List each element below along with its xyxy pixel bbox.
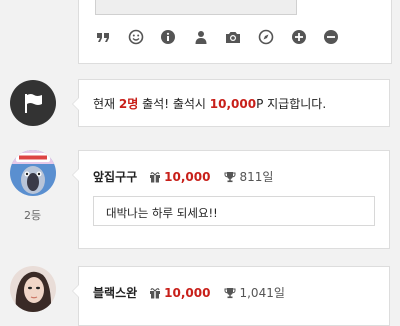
message-text: 대박나는 하루 되세요!!	[106, 206, 218, 220]
rank-label: 2등	[24, 209, 42, 222]
attendance-days: 811일	[239, 170, 274, 184]
editor-side-panel	[296, 0, 392, 14]
compass-icon[interactable]	[256, 27, 276, 47]
avatar[interactable]	[10, 266, 56, 312]
trophy-icon	[224, 287, 236, 298]
notice-middle: 출석! 출석시	[138, 97, 210, 111]
flag-icon	[25, 94, 42, 113]
gift-icon	[150, 171, 161, 182]
bubble-tail	[72, 284, 79, 298]
minus-icon[interactable]	[321, 27, 341, 47]
comment-editor	[78, 0, 392, 64]
gift-icon	[150, 287, 161, 298]
reward-points: 10,000	[209, 97, 257, 111]
avatar[interactable]	[10, 150, 56, 196]
bubble-tail	[72, 168, 79, 182]
camera-icon[interactable]	[223, 27, 243, 47]
notice-suffix: P 지급합니다.	[256, 97, 327, 111]
attendance-entry: 앞집구구 10,000 811일 대박나는 하루 되세요!!	[72, 150, 390, 249]
message-box: 대박나는 하루 되세요!!	[93, 196, 375, 226]
notice-text: 현재 2명 출석! 출석시 10,000P 지급합니다.	[93, 95, 326, 112]
bubble-tail	[72, 97, 79, 111]
attendance-days: 1,041일	[239, 286, 285, 300]
editor-toolbar	[93, 27, 354, 47]
comment-textarea[interactable]	[95, 0, 297, 15]
attendance-notice: 현재 2명 출석! 출석시 10,000P 지급합니다.	[72, 79, 390, 127]
notice-prefix: 현재	[93, 97, 119, 111]
info-icon[interactable]	[158, 27, 178, 47]
username[interactable]: 블랙스완	[93, 284, 137, 301]
entry-meta: 앞집구구 10,000 811일	[93, 168, 273, 185]
plus-icon[interactable]	[289, 27, 309, 47]
points-value: 10,000	[164, 169, 211, 184]
entry-meta: 블랙스완 10,000 1,041일	[93, 284, 285, 301]
user-icon[interactable]	[191, 27, 211, 47]
smiley-icon[interactable]	[126, 27, 146, 47]
trophy-icon	[224, 171, 236, 182]
points-value: 10,000	[164, 285, 211, 300]
attendee-count: 2명	[118, 97, 139, 111]
quote-icon[interactable]	[93, 27, 113, 47]
attendance-entry: 블랙스완 10,000 1,041일	[72, 266, 390, 326]
username[interactable]: 앞집구구	[93, 168, 137, 185]
flag-avatar	[10, 80, 56, 126]
